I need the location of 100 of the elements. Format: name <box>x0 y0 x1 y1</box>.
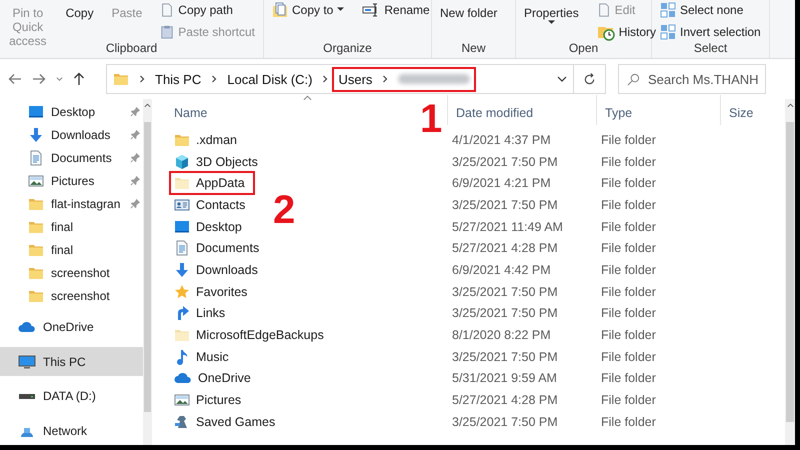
recent-chevron-icon[interactable] <box>56 76 63 82</box>
nav-item[interactable]: final <box>0 215 143 238</box>
file-name[interactable]: Contacts <box>196 198 246 212</box>
ribbon-button[interactable]: Select none <box>658 1 763 18</box>
column-header[interactable]: Size <box>725 106 758 120</box>
chevron-icon[interactable] <box>138 75 146 83</box>
dropdown-chevron-icon[interactable] <box>557 76 567 82</box>
nav-item[interactable]: This PC <box>0 347 143 376</box>
ribbon-group-label: Organize <box>322 42 373 56</box>
file-name[interactable]: Desktop <box>196 220 242 234</box>
ribbon-button[interactable]: Copy path <box>158 1 257 18</box>
ribbon-button[interactable]: Rename <box>360 1 432 18</box>
ribbon-button[interactable]: Properties <box>522 6 581 25</box>
date-cell-text: 4/1/2021 4:37 PM <box>451 132 552 147</box>
nav-item[interactable]: Desktop <box>0 100 143 124</box>
ribbon-group-label: Open <box>568 42 600 56</box>
refresh-button[interactable] <box>574 64 606 94</box>
date-cell-text: 5/31/2021 9:59 AM <box>451 371 558 386</box>
down-arrow-icon <box>28 126 44 143</box>
scroll-up-icon[interactable] <box>786 103 794 108</box>
pin-icon[interactable] <box>130 106 141 117</box>
file-name[interactable]: OneDrive <box>198 371 251 386</box>
chevron-icon[interactable] <box>321 75 330 83</box>
ribbon-button[interactable]: Invert selection <box>658 23 763 40</box>
column-header[interactable]: Name <box>170 106 212 120</box>
date-cell-text: 3/25/2021 7:50 PM <box>451 414 559 429</box>
annotation-number: 2 <box>273 192 296 228</box>
file-name[interactable]: Pictures <box>196 393 242 408</box>
type-cell-text: File folder <box>600 241 657 256</box>
picture-icon <box>28 172 44 189</box>
file-name[interactable]: AppData <box>196 176 245 190</box>
folder-icon <box>174 175 190 192</box>
breadcrumb[interactable]: Users <box>338 72 372 86</box>
search-field[interactable]: Search Ms.THANH <box>618 64 766 94</box>
type-cell-text: File folder <box>600 176 657 190</box>
folder-icon <box>174 327 190 344</box>
pin-icon[interactable] <box>130 152 141 164</box>
cube-icon <box>174 154 190 170</box>
scrollbar[interactable] <box>143 99 152 445</box>
file-name[interactable]: .xdman <box>196 132 237 147</box>
pin-icon[interactable] <box>130 175 141 186</box>
desktop-icon <box>28 104 44 120</box>
drive-icon <box>18 391 36 402</box>
contact-card-icon <box>174 196 190 213</box>
scrollbar[interactable] <box>785 99 795 445</box>
nav-item[interactable]: final <box>0 238 143 262</box>
file-name[interactable]: Music <box>196 350 229 364</box>
ribbon-button[interactable]: New folder <box>438 6 500 20</box>
type-cell-text: File folder <box>600 393 657 408</box>
forward-arrow-icon[interactable] <box>32 73 46 85</box>
file-name[interactable]: Documents <box>196 241 260 256</box>
chevron-icon[interactable] <box>210 75 218 83</box>
date-cell-text: 5/27/2021 4:28 PM <box>451 393 559 408</box>
page-icon <box>596 2 611 16</box>
breadcrumb[interactable]: This PC <box>155 72 202 86</box>
type-cell-text: File folder <box>600 198 657 212</box>
nav-item[interactable]: screenshot <box>0 261 143 284</box>
date-cell-text: 8/1/2020 8:22 PM <box>451 328 552 342</box>
column-header[interactable]: Date modified <box>452 106 538 120</box>
refresh-icon <box>583 72 596 86</box>
type-cell-text: File folder <box>600 220 657 234</box>
nav-item[interactable]: DATA (D:) <box>0 382 143 411</box>
file-name[interactable]: MicrosoftEdgeBackups <box>196 328 324 342</box>
nav-item[interactable]: OneDrive <box>0 312 143 342</box>
type-cell-text: File folder <box>600 414 657 429</box>
scroll-up-icon[interactable] <box>144 103 151 108</box>
nav-item[interactable]: flat-instagran <box>0 192 143 216</box>
up-arrow-icon[interactable] <box>73 72 85 86</box>
clipboard-icon <box>160 24 174 38</box>
file-name[interactable]: 3D Objects <box>196 154 258 169</box>
date-cell-text: 3/25/2021 7:50 PM <box>451 284 559 299</box>
back-arrow-icon[interactable] <box>8 73 22 85</box>
nav-item[interactable]: screenshot <box>0 284 143 308</box>
pin-icon[interactable] <box>130 198 141 210</box>
address-field[interactable]: This PC Local Disk (C:) Users <box>106 64 574 94</box>
breadcrumb[interactable]: Local Disk (C:) <box>227 72 312 86</box>
ribbon-button[interactable]: History <box>594 23 658 40</box>
nav-item[interactable]: Downloads <box>0 123 143 146</box>
pin-icon[interactable] <box>130 129 141 140</box>
column-header[interactable]: Type <box>601 106 636 120</box>
nav-item[interactable]: Network <box>0 416 143 445</box>
file-name[interactable]: Downloads <box>196 262 258 277</box>
nav-item[interactable]: Documents <box>0 146 143 170</box>
file-name[interactable]: Favorites <box>196 284 248 299</box>
ribbon-group-label: New <box>460 42 486 56</box>
down-arrow-icon <box>174 262 190 278</box>
ribbon-button[interactable]: Copy <box>64 6 96 20</box>
type-cell-text: File folder <box>600 350 657 364</box>
date-cell-text: 3/25/2021 7:50 PM <box>451 198 559 212</box>
file-name[interactable]: Saved Games <box>196 414 276 429</box>
annotation-number: 1 <box>420 101 442 137</box>
music-note-icon <box>174 348 190 365</box>
nav-item[interactable]: Pictures <box>0 169 143 192</box>
date-cell-text: 5/27/2021 4:28 PM <box>451 241 559 256</box>
ribbon-button[interactable]: Copy to <box>270 1 346 18</box>
file-name[interactable]: Links <box>196 306 226 320</box>
type-cell-text: File folder <box>600 371 657 386</box>
type-cell-text: File folder <box>600 306 657 320</box>
chevron-icon[interactable] <box>381 75 390 83</box>
date-cell-text: 5/27/2021 11:49 AM <box>451 220 564 234</box>
